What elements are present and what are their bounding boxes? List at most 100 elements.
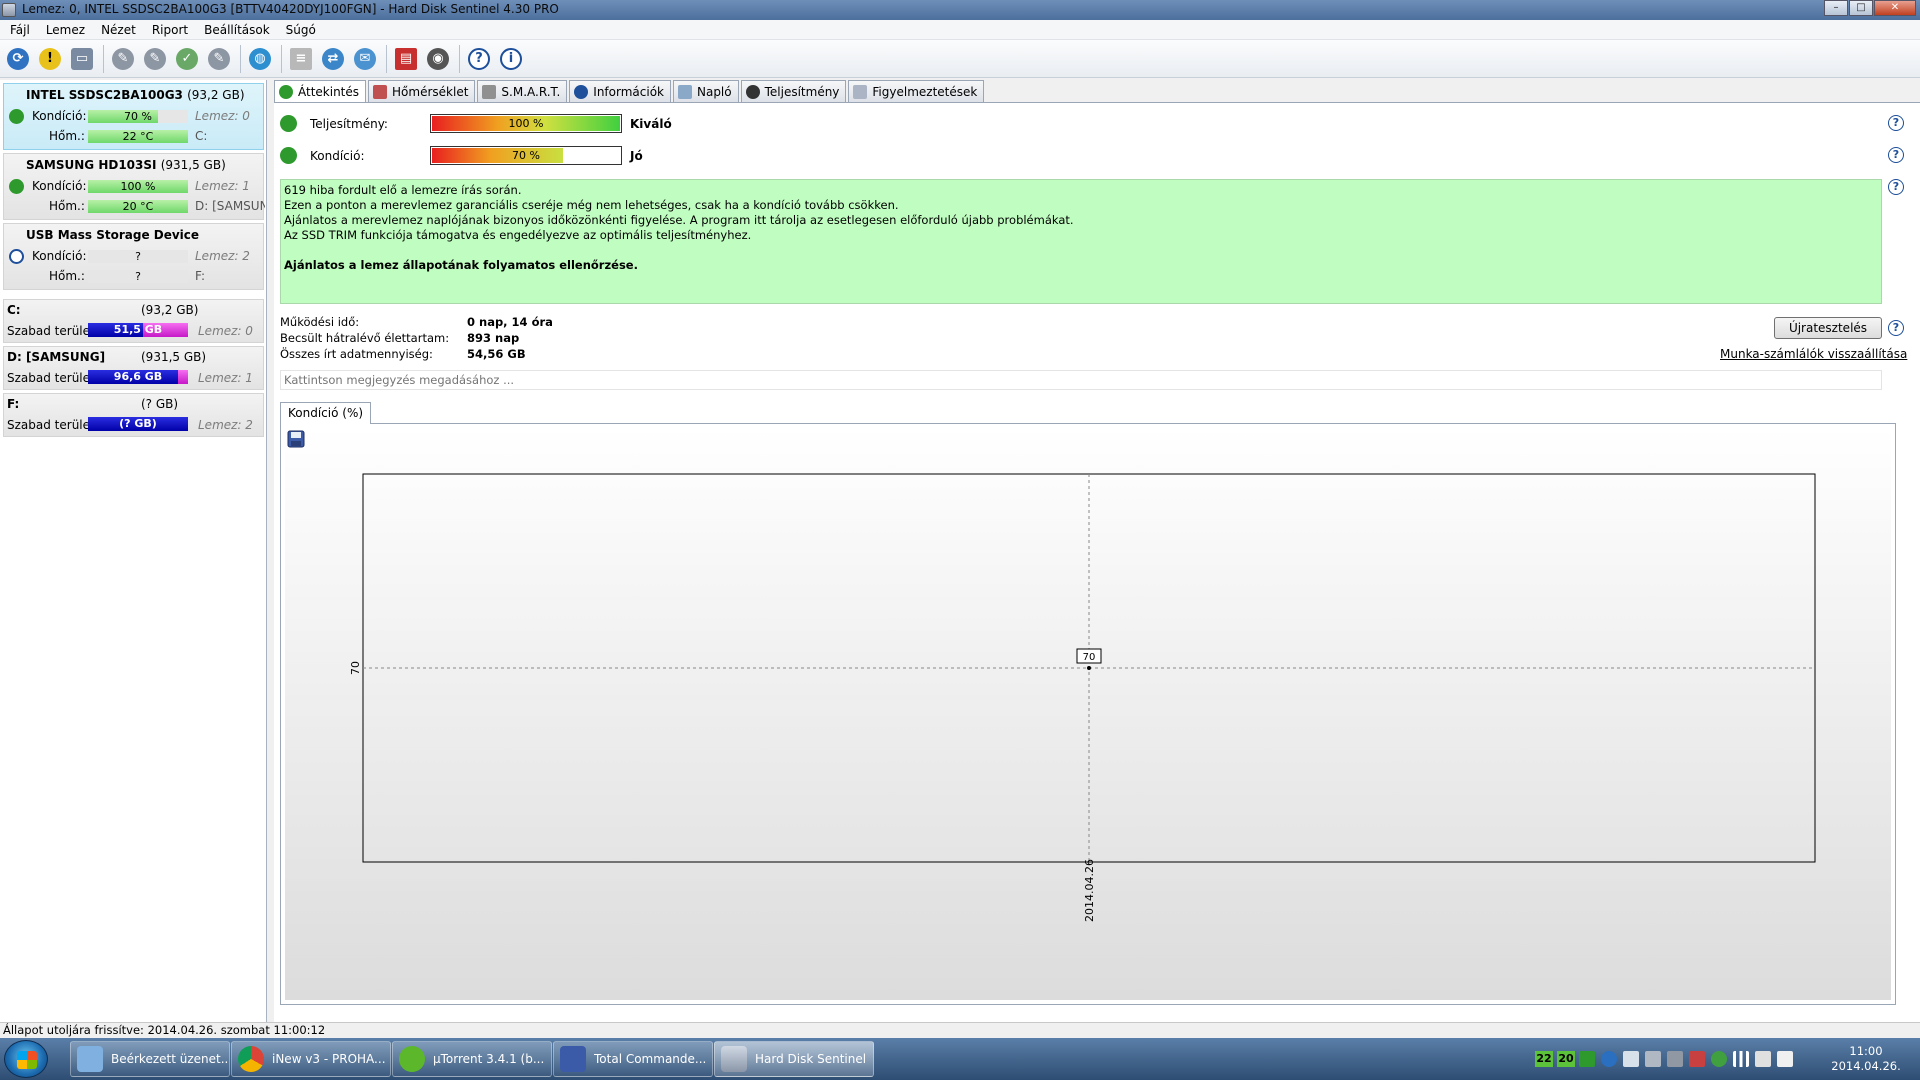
about-button[interactable]: i <box>496 44 526 74</box>
tools-check-icon: ✓ <box>176 47 198 70</box>
task-mail[interactable]: Beérkezett üzenet... <box>70 1041 230 1077</box>
tab-temperature[interactable]: Hőmérséklet <box>368 80 476 102</box>
menu-report[interactable]: Riport <box>144 23 196 37</box>
window-title: Lemez: 0, INTEL SSDSC2BA100G3 [BTTV40420… <box>22 2 559 16</box>
drive-letter: C: <box>195 129 208 143</box>
performance-rating: Kiváló <box>630 117 672 131</box>
tab-information[interactable]: Információk <box>569 80 671 102</box>
data-point <box>1087 666 1091 670</box>
temp-label: Hőm.: <box>49 269 85 283</box>
tray-temp-1[interactable]: 22 <box>1535 1051 1553 1067</box>
disk-card-samsung[interactable]: SAMSUNG HD103SI (931,5 GB) Kondíció: 100… <box>3 153 265 220</box>
written-label: Összes írt adatmennyiség: <box>280 347 433 361</box>
start-button[interactable] <box>4 1040 48 1078</box>
alert-button[interactable]: ! <box>35 44 65 74</box>
report-button[interactable]: ≡ <box>286 44 316 74</box>
tray-signal-icon[interactable] <box>1733 1051 1749 1067</box>
disk-card-intel[interactable]: INTEL SSDSC2BA100G3 (93,2 GB) Kondíció: … <box>3 83 264 150</box>
health-value: 100 % <box>120 180 156 193</box>
drive-letter: F: <box>195 269 206 283</box>
menu-settings[interactable]: Beállítások <box>196 23 278 37</box>
tray-device-icon[interactable] <box>1667 1051 1683 1067</box>
volume-size: (? GB) <box>141 397 179 411</box>
tray-shield-icon[interactable] <box>1711 1051 1727 1067</box>
free-space-label: Szabad terület <box>7 371 95 385</box>
minimize-button[interactable]: – <box>1824 0 1848 16</box>
menu-file[interactable]: Fájl <box>2 23 38 37</box>
tab-performance[interactable]: Teljesítmény <box>740 80 847 102</box>
ok-check-icon <box>280 147 297 164</box>
disk-name: SAMSUNG HD103SI <box>26 158 157 172</box>
menu-view[interactable]: Nézet <box>93 23 144 37</box>
help-icon[interactable]: ? <box>1888 115 1904 131</box>
volume-card-c[interactable]: C: (93,2 GB) Szabad terület 51,5 GB Leme… <box>3 299 264 343</box>
help-icon[interactable]: ? <box>1888 179 1904 195</box>
tray-check-icon[interactable] <box>1579 1051 1595 1067</box>
help-icon[interactable]: ? <box>1888 147 1904 163</box>
menu-help[interactable]: Súgó <box>278 23 324 37</box>
test-button-4[interactable]: ✎ <box>204 44 234 74</box>
tab-health-chart[interactable]: Kondíció (%) <box>280 402 372 424</box>
close-button[interactable]: ✕ <box>1874 0 1916 16</box>
volume-card-d[interactable]: D: [SAMSUNG] (931,5 GB) Szabad terület 9… <box>3 346 264 390</box>
test-button-3[interactable]: ✓ <box>172 44 202 74</box>
chart-background: 2014.04.26 70 70 <box>285 428 1891 1000</box>
network-button[interactable]: ✉ <box>350 44 380 74</box>
free-space-bar: 96,6 GB <box>88 370 188 384</box>
menu-disk[interactable]: Lemez <box>38 23 93 37</box>
tab-log[interactable]: Napló <box>672 80 739 102</box>
disk-card-usb[interactable]: USB Mass Storage Device Kondíció: ? Leme… <box>3 223 264 290</box>
uptime-label: Működési idő: <box>280 315 360 329</box>
message-line: Ajánlatos a merevlemez naplójának bizony… <box>284 213 1074 227</box>
tray-bolt-icon[interactable] <box>1601 1051 1617 1067</box>
help-button[interactable]: ? <box>464 44 494 74</box>
performance-row: Teljesítmény: 100 % Kiváló <box>280 113 1910 135</box>
task-hard-disk-sentinel[interactable]: Hard Disk Sentinel <box>714 1041 874 1077</box>
health-bar: 100 % <box>88 180 188 193</box>
clock[interactable]: 11:00 2014.04.26. <box>1826 1044 1906 1074</box>
disk-number: Lemez: 0 <box>195 109 250 123</box>
temp-bar: 22 °C <box>88 130 188 143</box>
uptime-value: 0 nap, 14 óra <box>467 315 553 329</box>
data-label: 70 <box>1083 652 1096 663</box>
menu-bar: Fájl Lemez Nézet Riport Beállítások Súgó <box>0 20 1920 40</box>
health-value: ? <box>135 250 141 263</box>
reset-counters-link[interactable]: Munka-számlálók visszaállítása <box>1720 347 1907 361</box>
temp-bar: ? <box>88 270 188 283</box>
system-tray: 22 20 <box>1535 1046 1799 1072</box>
tab-overview[interactable]: Áttekintés <box>274 80 367 103</box>
web-button[interactable]: ◍ <box>245 44 275 74</box>
tab-smart[interactable]: S.M.A.R.T. <box>477 80 568 102</box>
tray-pen-icon[interactable] <box>1645 1051 1661 1067</box>
maximize-button[interactable]: □ <box>1849 0 1873 16</box>
tray-temp-2[interactable]: 20 <box>1557 1051 1575 1067</box>
note-input[interactable] <box>280 370 1882 390</box>
retest-button[interactable]: Újratesztelés <box>1774 317 1882 339</box>
alert-doc-icon <box>853 84 868 99</box>
tray-network-icon[interactable] <box>1623 1051 1639 1067</box>
sync-button[interactable]: ⇄ <box>318 44 348 74</box>
refresh-button[interactable]: ⟳ <box>3 44 33 74</box>
tab-alerts[interactable]: Figyelmeztetések <box>848 80 985 102</box>
message-line: Az SSD TRIM funkciója támogatva és enged… <box>284 228 752 242</box>
chart-button[interactable]: ▤ <box>391 44 421 74</box>
task-total-commander[interactable]: Total Commande... <box>553 1041 713 1077</box>
test-button-2[interactable]: ✎ <box>140 44 170 74</box>
tray-volume-icon[interactable] <box>1755 1051 1771 1067</box>
task-utorrent[interactable]: µTorrent 3.4.1 (b... <box>392 1041 552 1077</box>
tray-flag-icon[interactable] <box>1777 1051 1793 1067</box>
health-bar: ? <box>88 250 188 263</box>
disk-size: (931,5 GB) <box>160 158 226 172</box>
health-chart-panel: 2014.04.26 70 70 <box>280 423 1896 1005</box>
surface-test-button[interactable]: ◉ <box>423 44 453 74</box>
task-browser[interactable]: iNew v3 - PROHA... <box>231 1041 391 1077</box>
volume-card-f[interactable]: F: (? GB) Szabad terület (? GB) Lemez: 2 <box>3 393 264 437</box>
test-button-1[interactable]: ✎ <box>108 44 138 74</box>
document-icon: ≡ <box>290 47 312 70</box>
help-icon[interactable]: ? <box>1888 320 1904 336</box>
health-label: Kondíció: <box>32 109 87 123</box>
tray-bug-icon[interactable] <box>1689 1051 1705 1067</box>
log-icon <box>677 84 692 99</box>
ok-check-icon <box>279 85 293 99</box>
disk-info-button[interactable]: ▭ <box>67 44 97 74</box>
